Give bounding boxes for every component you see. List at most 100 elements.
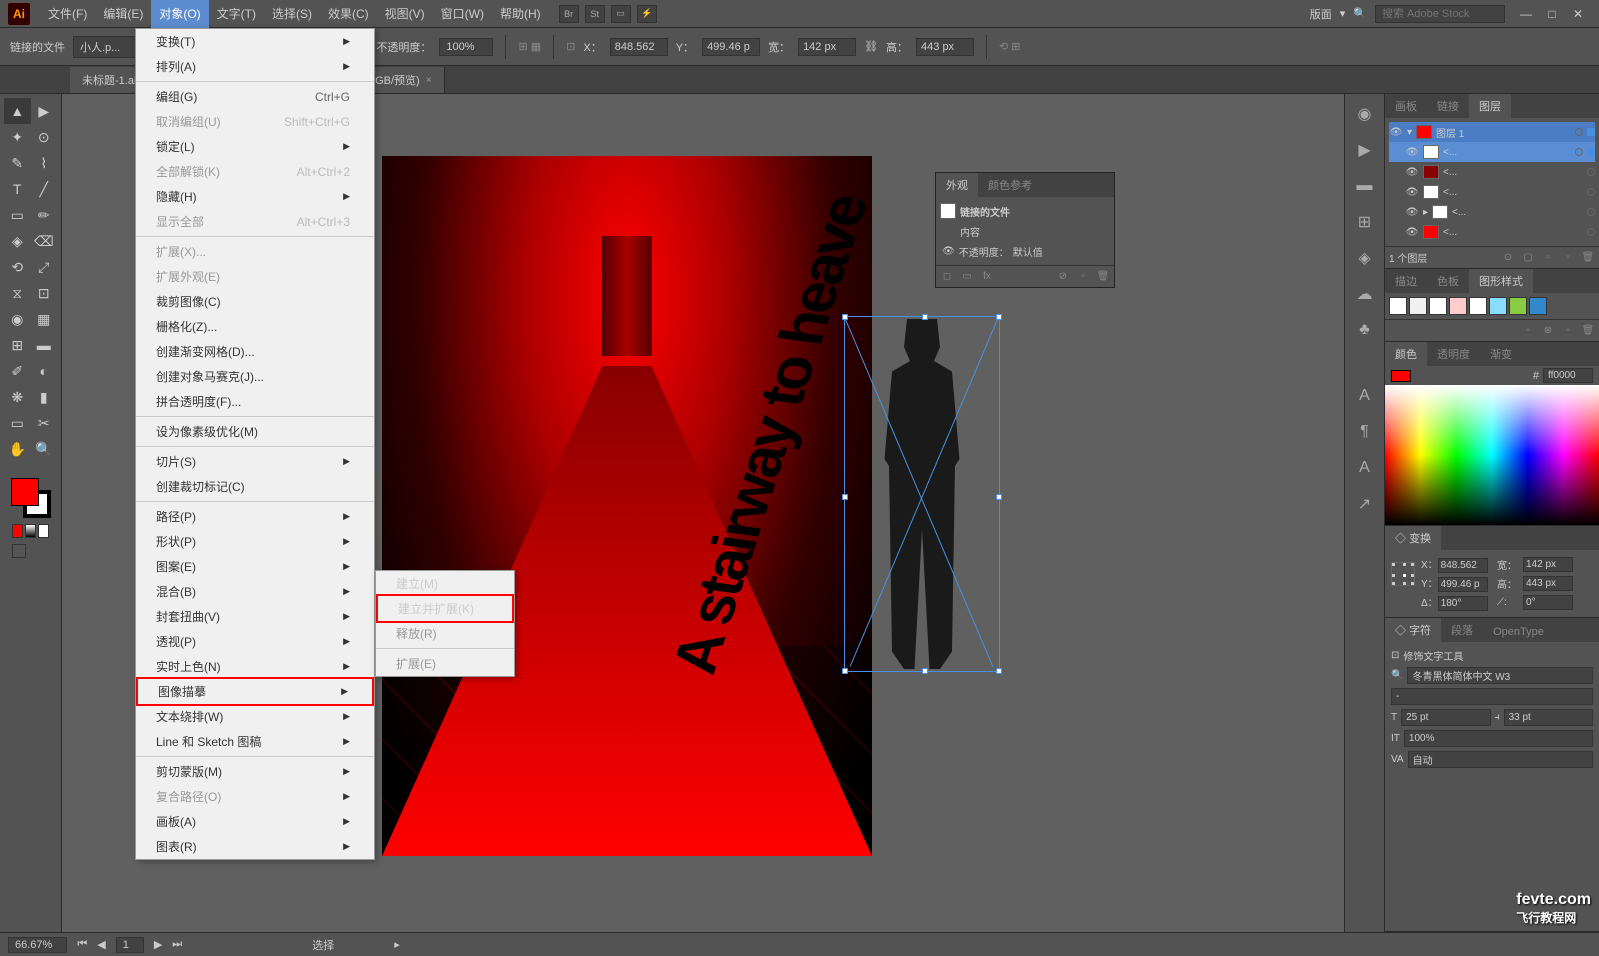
menu-object[interactable]: 对象(O) [151, 0, 208, 28]
dropdown-item[interactable]: 编组(G)Ctrl+G [136, 84, 374, 109]
dropdown-item[interactable]: 创建裁切标记(C) [136, 474, 374, 499]
dropdown-item[interactable]: 变换(T)▶ [136, 29, 374, 54]
menu-effect[interactable]: 效果(C) [320, 0, 377, 28]
nav-next-icon[interactable]: ▶ [154, 938, 162, 951]
font-size-input[interactable] [1401, 709, 1490, 726]
color-spectrum[interactable] [1385, 385, 1599, 525]
align-icons[interactable]: ⊞ ▦ [518, 40, 541, 53]
layer-name[interactable]: <... [1452, 207, 1583, 218]
color-preview[interactable] [1391, 370, 1411, 382]
nav-last-icon[interactable]: ⏭ [172, 938, 182, 951]
tab-appearance[interactable]: 外观 [936, 173, 978, 197]
tab-transform[interactable]: ◇ 变换 [1385, 526, 1441, 550]
tf-x-input[interactable] [1438, 558, 1488, 573]
shaper-tool[interactable]: ◈ [4, 228, 31, 254]
swatch[interactable] [1429, 297, 1447, 315]
break-link-icon[interactable]: ⊗ [1541, 324, 1555, 338]
opacity-row-value[interactable]: 默认值 [1013, 244, 1043, 259]
new-icon[interactable]: ▫ [1076, 270, 1090, 284]
touch-type-icon[interactable]: ⊡ [1391, 650, 1399, 661]
h-input[interactable] [916, 38, 974, 56]
dropdown-item[interactable]: 创建对象马赛克(J)... [136, 364, 374, 389]
swatch[interactable] [1529, 297, 1547, 315]
clear-icon[interactable]: ⊘ [1056, 270, 1070, 284]
visibility-toggle[interactable]: 👁 [1405, 167, 1419, 178]
eraser-tool[interactable]: ⌫ [31, 228, 58, 254]
font-family-input[interactable] [1407, 667, 1593, 684]
close-icon[interactable]: × [426, 75, 432, 86]
menu-help[interactable]: 帮助(H) [492, 0, 549, 28]
tab-links[interactable]: 链接 [1427, 94, 1469, 118]
fill-swatch[interactable] [11, 478, 39, 506]
submenu-item[interactable]: 建立(M) [376, 571, 514, 596]
tf-angle-input[interactable] [1438, 596, 1488, 611]
reference-point[interactable] [1391, 562, 1415, 586]
placed-image[interactable] [847, 319, 997, 669]
paintbrush-tool[interactable]: ✏ [31, 202, 58, 228]
layer-name[interactable]: <... [1443, 147, 1571, 158]
transform-icons[interactable]: ⟲ ⊞ [999, 40, 1021, 53]
properties-icon[interactable]: ◉ [1353, 102, 1377, 126]
dropdown-item[interactable]: 图案(E)▶ [136, 554, 374, 579]
dropdown-item[interactable]: 拼合透明度(F)... [136, 389, 374, 414]
hex-input[interactable] [1543, 368, 1593, 383]
anchor-widget-icon[interactable]: ⊡ [566, 40, 575, 53]
target-icon[interactable] [1587, 168, 1595, 176]
tab-graphic-styles[interactable]: 图形样式 [1469, 269, 1533, 293]
glyphs-icon[interactable]: A [1353, 456, 1377, 480]
hand-tool[interactable]: ✋ [4, 436, 31, 462]
eye-icon[interactable]: 👁 [942, 246, 955, 257]
symbols-icon[interactable]: ⊞ [1353, 210, 1377, 234]
dropdown-item[interactable]: 锁定(L)▶ [136, 134, 374, 159]
x-input[interactable] [610, 38, 668, 56]
chevron-down-icon[interactable]: ▾ [1340, 7, 1346, 20]
dropdown-item[interactable]: 隐藏(H)▶ [136, 184, 374, 209]
fx-icon[interactable]: fx [980, 270, 994, 284]
target-icon[interactable] [1587, 188, 1595, 196]
free-transform-tool[interactable]: ⊡ [31, 280, 58, 306]
expand-icon[interactable]: ▾ [1407, 127, 1412, 138]
menu-window[interactable]: 窗口(W) [433, 0, 492, 28]
close-button[interactable]: ✕ [1565, 5, 1591, 23]
tab-transparency[interactable]: 透明度 [1427, 342, 1480, 366]
visibility-toggle[interactable]: 👁 [1405, 187, 1419, 198]
dropdown-item[interactable]: 封套扭曲(V)▶ [136, 604, 374, 629]
scale-tool[interactable]: ⤢ [31, 254, 58, 280]
maximize-button[interactable]: □ [1539, 5, 1565, 23]
color-mode-icon[interactable] [12, 524, 23, 538]
tf-w-input[interactable] [1523, 557, 1573, 572]
zoom-tool[interactable]: 🔍 [31, 436, 58, 462]
minimize-button[interactable]: — [1513, 5, 1539, 23]
dropdown-item[interactable]: 切片(S)▶ [136, 449, 374, 474]
clear-appearance-icon[interactable]: ◻ [940, 270, 954, 284]
visibility-toggle[interactable]: 👁 [1405, 147, 1419, 158]
target-icon[interactable] [1575, 148, 1583, 156]
opacity-value[interactable]: 100% [439, 38, 493, 56]
new-style-icon[interactable]: ▫ [1561, 324, 1575, 338]
dropdown-item[interactable]: 设为像素级优化(M) [136, 419, 374, 444]
text-icon[interactable]: A [1353, 384, 1377, 408]
resize-handle-e[interactable] [996, 494, 1002, 500]
slice-tool[interactable]: ✂ [31, 410, 58, 436]
mesh-tool[interactable]: ⊞ [4, 332, 31, 358]
none-mode-icon[interactable] [38, 524, 49, 538]
curvature-tool[interactable]: ⌇ [31, 150, 58, 176]
nav-first-icon[interactable]: ⏮ [77, 938, 87, 951]
scroll-arrow-icon[interactable]: ▸ [394, 938, 400, 951]
resize-handle-n[interactable] [922, 314, 928, 320]
dropdown-item[interactable]: 栅格化(Z)... [136, 314, 374, 339]
shape-builder-tool[interactable]: ◉ [4, 306, 31, 332]
tab-color[interactable]: 颜色 [1385, 342, 1427, 366]
layer-name[interactable]: <... [1443, 187, 1583, 198]
new-layer-icon[interactable]: ▫ [1561, 251, 1575, 265]
pen-tool[interactable]: ✎ [4, 150, 31, 176]
align-icon[interactable]: ☁ [1353, 282, 1377, 306]
resize-handle-s[interactable] [922, 668, 928, 674]
zoom-select[interactable]: 66.67% [8, 937, 67, 953]
target-icon[interactable] [1587, 208, 1595, 216]
layer-name[interactable]: <... [1443, 167, 1583, 178]
tab-color-guide[interactable]: 颜色参考 [978, 173, 1042, 197]
width-tool[interactable]: ⧖ [4, 280, 31, 306]
menu-edit[interactable]: 编辑(E) [95, 0, 151, 28]
rectangle-tool[interactable]: ▭ [4, 202, 31, 228]
